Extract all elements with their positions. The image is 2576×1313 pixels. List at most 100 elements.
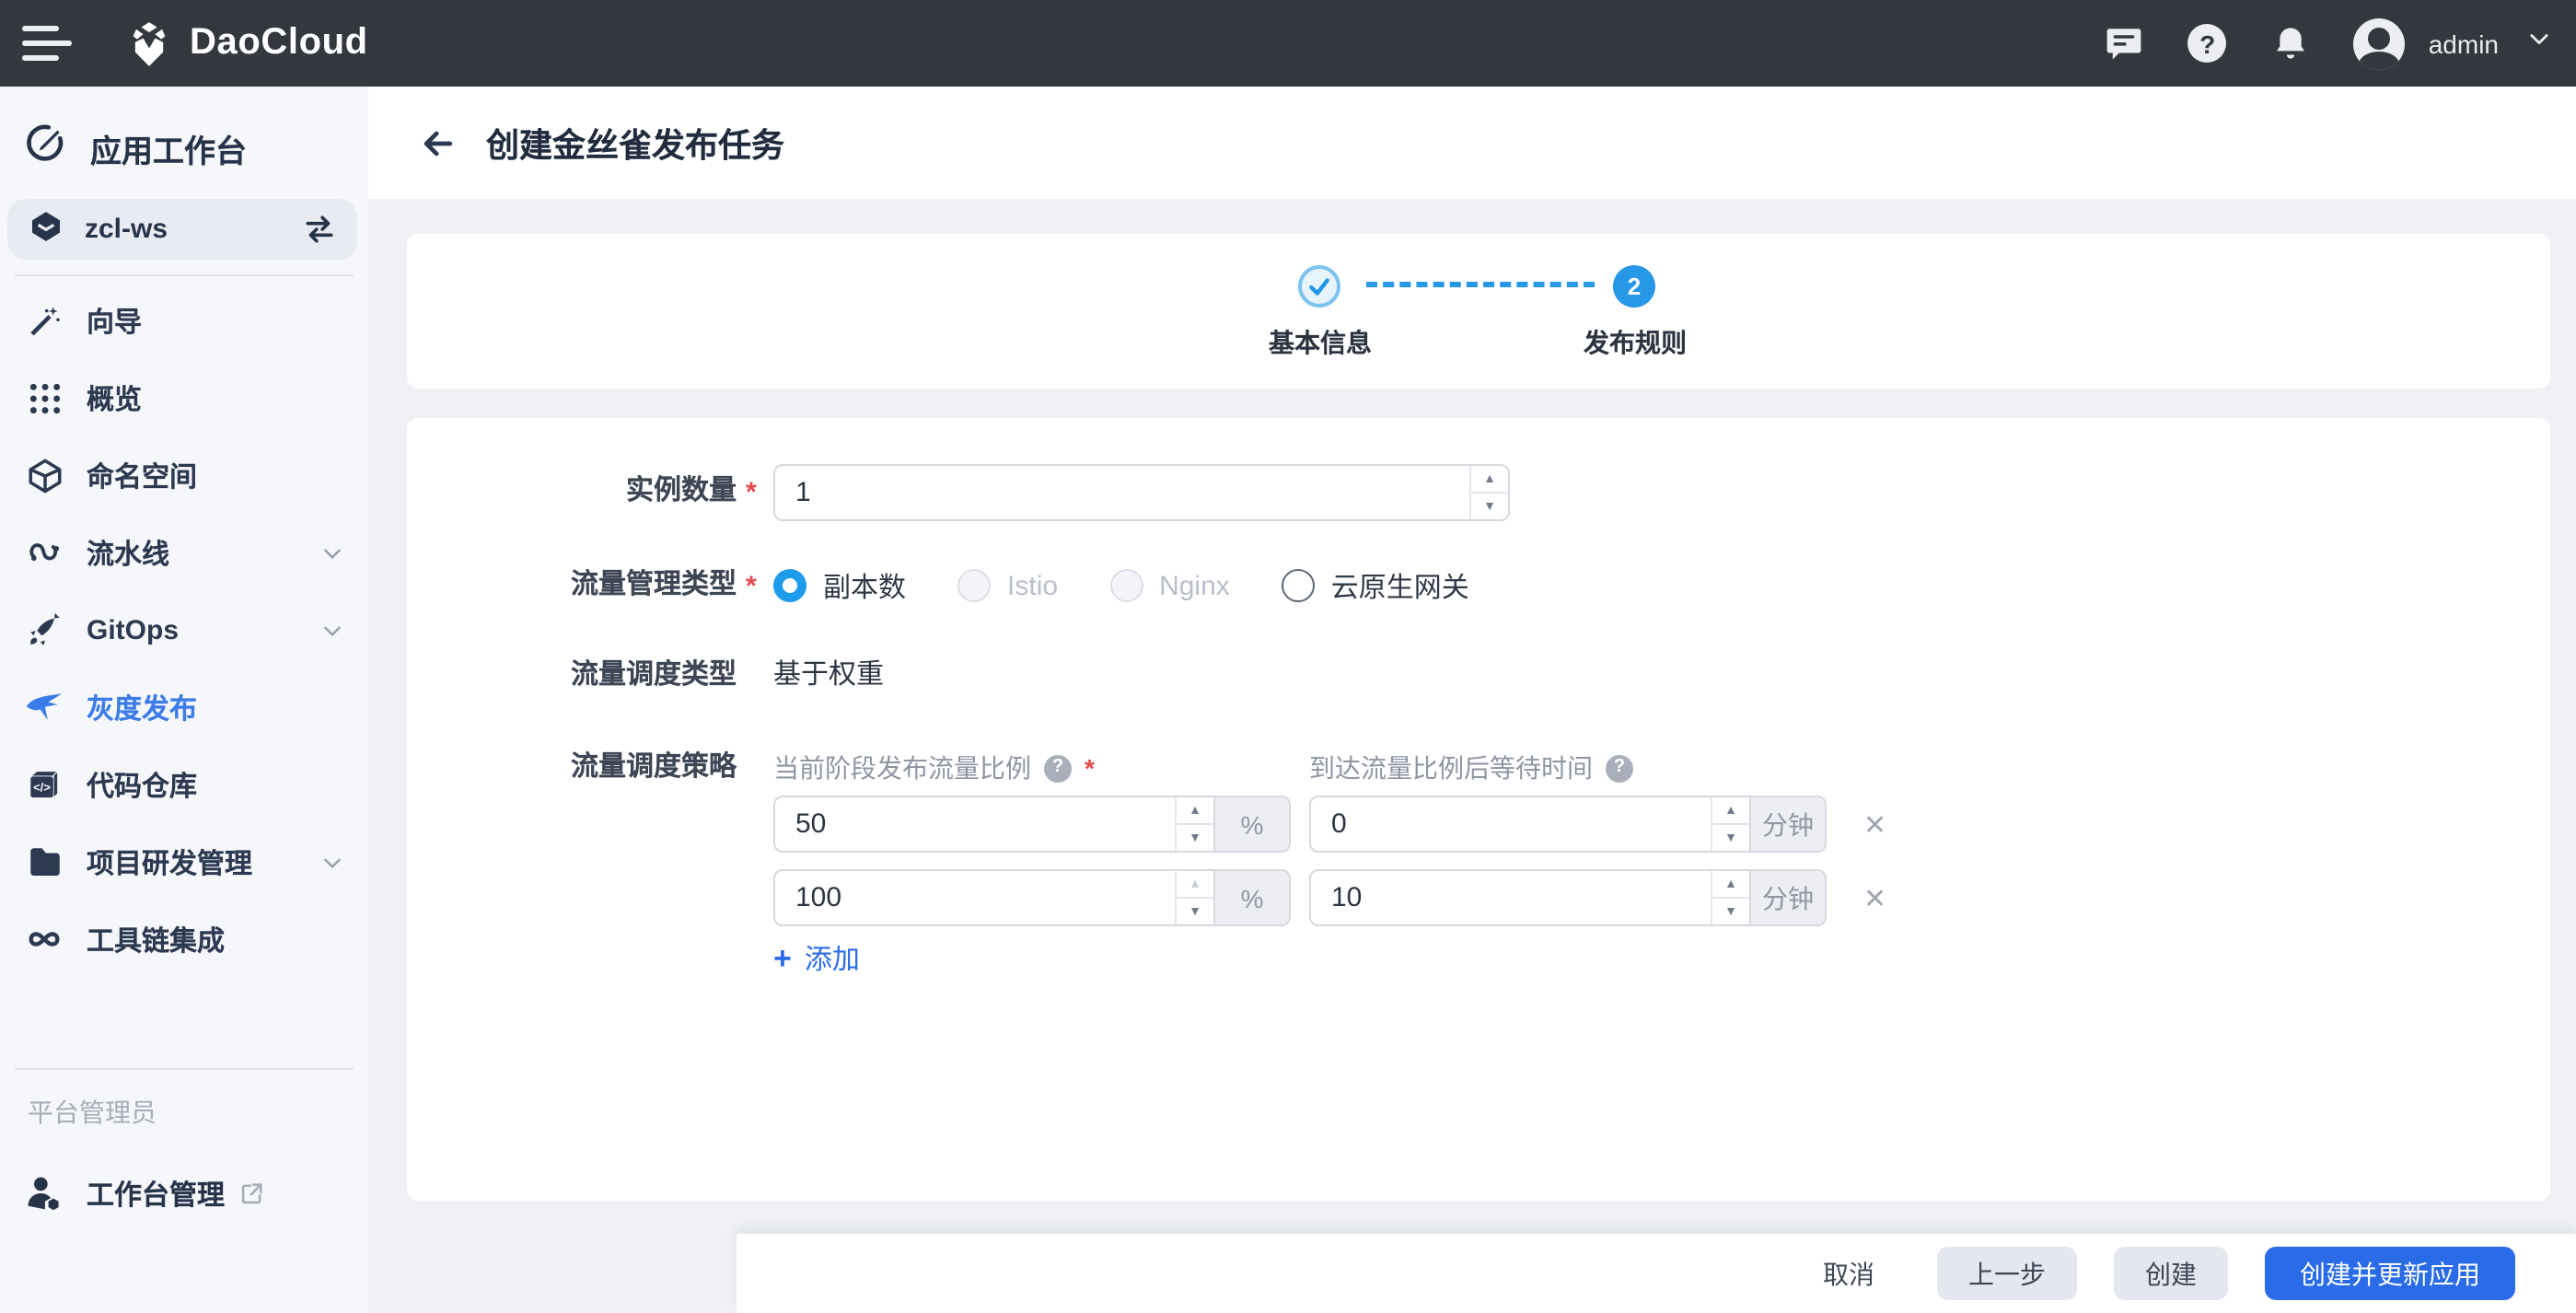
menu-toggle-icon[interactable] [22,8,92,78]
sidebar-item-workspace-home[interactable]: 应用工作台 [24,107,357,188]
infinity-icon [24,919,64,959]
radio-label: Istio [1007,570,1058,601]
ratio-input-row-2[interactable] [775,871,1175,924]
remove-row-1-close-icon[interactable]: ✕ [1863,808,1886,842]
previous-step-button[interactable]: 上一步 [1937,1247,2077,1300]
help-tooltip-icon[interactable]: ? [1044,754,1072,782]
sidebar-item-toolchain[interactable]: 工具链集成 [0,901,368,978]
notification-bell-icon[interactable] [2270,23,2311,64]
folder-icon [24,842,64,882]
spinner-controls: ▲ ▼ [1711,797,1749,851]
spinner-controls: ▲ ▼ [1175,797,1213,851]
radio-nginx[interactable]: Nginx [1109,569,1230,602]
create-and-update-button[interactable]: 创建并更新应用 [2265,1247,2515,1300]
sidebar-item-wizard[interactable]: 向导 [0,282,368,359]
sidebar-item-overview[interactable]: 概览 [0,359,368,436]
daocloud-app: DaoCloud ? admin 应用工作台 [0,0,2576,1313]
add-stage-button[interactable]: + 添加 [773,939,860,978]
instance-count-input[interactable] [775,466,1469,519]
form-card: 实例数量 * ▲ ▼ 流量管理类型 * 副本数 [407,418,2550,1201]
chevron-down-icon[interactable] [320,540,344,564]
traffic-type-label: 流量管理类型 [424,567,737,604]
radio-disabled-icon [957,569,991,602]
chevron-down-icon[interactable] [320,618,344,642]
step-connector [1366,282,1595,287]
magic-wand-icon [24,300,64,341]
switch-workspace-icon[interactable] [302,212,337,247]
step-2-label: 发布规则 [1515,324,1755,361]
sidebar-item-workbench-admin[interactable]: 工作台管理 [0,1155,368,1232]
user-menu-chevron-down-icon[interactable] [2526,26,2552,61]
plus-icon: + [773,944,792,973]
sidebar-item-label: 工具链集成 [87,920,225,959]
radio-label: 副本数 [823,566,906,605]
ratio-input-row-1[interactable] [775,797,1175,851]
required-asterisk: * [746,475,757,512]
sidebar-item-namespace[interactable]: 命名空间 [0,436,368,514]
spin-down-icon[interactable]: ▼ [1177,899,1213,924]
workspace-box-icon [28,207,64,251]
step-1-done-check-icon[interactable] [1298,265,1340,308]
spin-down-icon[interactable]: ▼ [1471,494,1508,519]
sidebar-item-label: 项目研发管理 [87,842,252,881]
sidebar-item-gitops[interactable]: GitOps [0,591,368,668]
required-asterisk: * [1085,749,1095,786]
spin-up-icon-disabled: ▲ [1177,871,1213,899]
canary-bird-icon [24,687,64,727]
stepper-card: 2 基本信息 发布规则 [407,234,2550,389]
sidebar-item-gray-release[interactable]: 灰度发布 [0,668,368,746]
radio-label: 云原生网关 [1331,566,1469,605]
back-arrow-icon[interactable] [418,122,458,163]
sidebar-menu: 向导 概览 命名空间 流水线 [0,276,368,978]
spin-down-icon[interactable]: ▼ [1177,825,1213,851]
spin-up-icon[interactable]: ▲ [1712,871,1749,899]
rocket-icon [24,610,64,650]
spin-down-icon[interactable]: ▼ [1712,899,1749,924]
spin-up-icon[interactable]: ▲ [1471,466,1508,494]
sidebar-item-label: 流水线 [87,533,169,572]
radio-istio[interactable]: Istio [957,569,1058,602]
content: 2 基本信息 发布规则 实例数量 * ▲ ▼ 流量管理类型 [368,199,2576,1234]
cube-icon [24,455,64,495]
spin-up-icon[interactable]: ▲ [1712,797,1749,825]
user-avatar[interactable] [2353,17,2405,69]
ratio-header-text: 当前阶段发布流量比例 [773,749,1031,786]
brand-name: DaoCloud [190,22,368,64]
instance-count-label: 实例数量 [424,473,737,510]
radio-replicas[interactable]: 副本数 [773,566,906,605]
cancel-button[interactable]: 取消 [1823,1247,1874,1300]
schedule-type-value: 基于权重 [773,657,884,694]
admin-user-cube-icon [24,1173,64,1214]
percent-unit-suffix: % [1213,871,1289,924]
sidebar-divider [15,1068,354,1070]
help-tooltip-icon[interactable]: ? [1606,754,1633,782]
feedback-chat-icon[interactable] [2105,23,2145,64]
strategy-label: 流量调度策略 [424,749,737,786]
wait-input-row-1[interactable] [1311,797,1711,851]
step-2-badge: 2 [1613,265,1655,308]
ratio-stepper-row-1: ▲ ▼ % [773,796,1291,853]
spin-down-icon[interactable]: ▼ [1712,825,1749,851]
username: admin [2429,29,2499,58]
help-icon[interactable]: ? [2187,23,2228,64]
spin-up-icon[interactable]: ▲ [1177,797,1213,825]
main-area: 创建金丝雀发布任务 2 基本信息 发布规则 实例数量 * [368,87,2576,1313]
radio-disabled-icon [1109,569,1143,602]
create-button[interactable]: 创建 [2114,1247,2228,1300]
wait-input-row-2[interactable] [1311,871,1711,924]
wait-column-header: 到达流量比例后等待时间 ? [1309,749,1633,786]
sidebar-item-pipeline[interactable]: 流水线 [0,514,368,591]
radio-cloud-native-gateway[interactable]: 云原生网关 [1282,566,1469,605]
page-header: 创建金丝雀发布任务 [368,87,2576,199]
sidebar-item-project-rd[interactable]: 项目研发管理 [0,823,368,901]
code-repository-icon: </> [24,764,64,805]
remove-row-2-close-icon[interactable]: ✕ [1863,882,1886,915]
instance-count-stepper: ▲ ▼ [773,464,1510,521]
step-2-number: 2 [1628,273,1641,300]
chevron-down-icon[interactable] [320,850,344,874]
sidebar-item-code-repo[interactable]: </> 代码仓库 [0,746,368,823]
grid-dots-icon [24,378,64,418]
sidebar-item-label: 概览 [87,378,142,417]
topbar-right: ? admin [2105,17,2576,69]
workspace-selector[interactable]: zcl-ws [7,199,357,260]
